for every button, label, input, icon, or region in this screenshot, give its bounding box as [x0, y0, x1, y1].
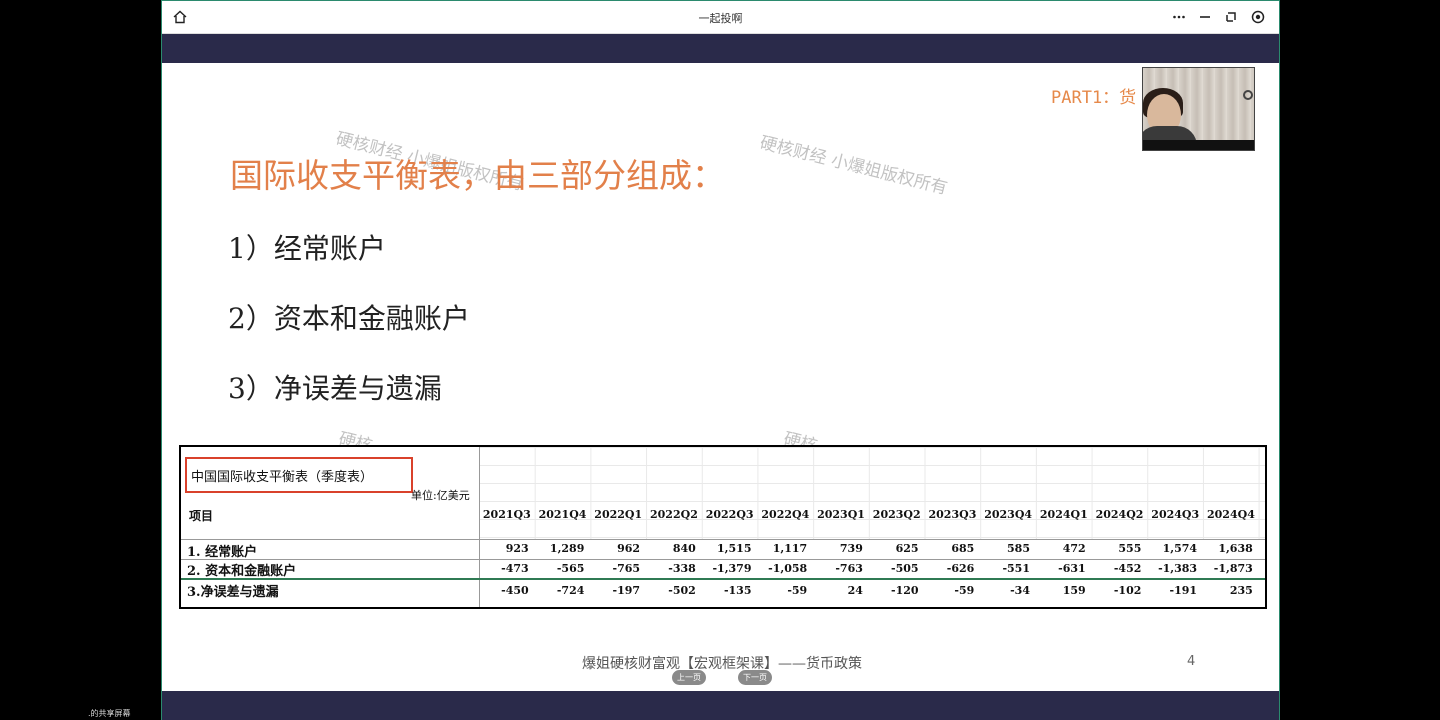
column-header: 2021Q3	[482, 508, 531, 521]
table-cell: -631	[1058, 562, 1086, 575]
window-title: 一起投啊	[698, 12, 743, 25]
table-cell: -59	[787, 584, 808, 597]
more-icon[interactable]	[1169, 7, 1189, 27]
table-cell: -724	[556, 584, 585, 597]
column-header: 2023Q1	[817, 508, 865, 521]
table-cell: -135	[723, 584, 752, 597]
table-title: 中国国际收支平衡表（季度表）	[191, 470, 374, 485]
table-cell: -502	[668, 584, 696, 597]
table-cell: 1,289	[549, 542, 585, 555]
table-unit: 单位:亿美元	[411, 489, 470, 502]
close-icon[interactable]	[1248, 7, 1268, 27]
table-cell: -34	[1010, 584, 1030, 597]
row-label-current-account: 1. 经常账户	[187, 545, 258, 560]
list-item: 1）经常账户	[228, 232, 386, 265]
table-cell: -1,383	[1158, 562, 1198, 575]
table-cell: 472	[1062, 542, 1086, 555]
list-item: 3）净误差与遗漏	[228, 372, 442, 405]
table-cell: 962	[617, 542, 641, 555]
table-cell: 685	[951, 542, 975, 555]
row-label-errors-omissions: 3.净误差与遗漏	[187, 585, 279, 600]
table-cell: -450	[501, 584, 529, 597]
prev-page-button[interactable]: 上一页	[672, 670, 706, 685]
title-bar: 一起投啊	[162, 1, 1279, 34]
table-cell: 24	[847, 584, 863, 597]
table-cell: -565	[556, 562, 585, 575]
app-window: 一起投啊 PART1：货 硬核财经 小爆姐版权所有 硬核财经 小爆姐版权所有 硬…	[161, 0, 1280, 720]
table-cell: -120	[891, 584, 919, 597]
table-cell: -338	[668, 562, 696, 575]
table-cell: 585	[1007, 542, 1030, 555]
table-cell: 555	[1118, 542, 1142, 555]
table-cell: 159	[1062, 584, 1086, 597]
table-cell: -551	[1002, 562, 1030, 575]
table-cell: -473	[501, 562, 529, 575]
ring-light	[1243, 90, 1253, 100]
screen-share-label: .的共享屏幕	[88, 709, 131, 718]
top-nav-band	[162, 34, 1279, 63]
row-label-capital-financial-account: 2. 资本和金融账户	[187, 564, 297, 579]
slide-heading: 国际收支平衡表，由三部分组成：	[230, 156, 725, 195]
webcam-bar	[1143, 140, 1254, 150]
minimize-icon[interactable]	[1195, 7, 1215, 27]
table-cell: -59	[954, 584, 975, 597]
table-cell: 840	[672, 542, 696, 555]
column-header: 2024Q2	[1095, 508, 1144, 521]
restore-icon[interactable]	[1221, 7, 1241, 27]
list-item: 2）资本和金融账户	[228, 302, 470, 335]
table-cell: -191	[1169, 584, 1198, 597]
project-header: 项目	[189, 509, 214, 523]
table-cell: -1,873	[1213, 562, 1253, 575]
spreadsheet-grid	[479, 447, 1265, 539]
column-header: 2022Q4	[761, 508, 810, 521]
table-cell: 923	[505, 542, 529, 555]
table-cell: -765	[612, 562, 641, 575]
table-cell: 1,117	[772, 542, 808, 555]
header-divider	[181, 539, 1265, 540]
column-header: 2024Q3	[1151, 508, 1200, 521]
page-number: 4	[1187, 654, 1196, 669]
webcam-overlay[interactable]	[1142, 67, 1255, 151]
row-divider	[181, 559, 1265, 560]
table-cell: 1,515	[717, 542, 752, 555]
table-cell: -1,058	[768, 562, 808, 575]
watermark: 硬核财经 小爆姐版权所有	[757, 132, 950, 199]
row-divider-green	[181, 578, 1265, 580]
table-cell: 625	[895, 542, 919, 555]
bottom-nav-band	[162, 691, 1279, 720]
column-header: 2023Q2	[872, 508, 921, 521]
column-divider	[479, 447, 480, 607]
table-cell: 1,638	[1218, 542, 1253, 555]
table-cell: -763	[835, 562, 863, 575]
screen: 一起投啊 PART1：货 硬核财经 小爆姐版权所有 硬核财经 小爆姐版权所有 硬…	[0, 0, 1440, 720]
column-header: 2022Q3	[705, 508, 754, 521]
column-header: 2024Q1	[1039, 508, 1088, 521]
table-cell: -626	[946, 562, 975, 575]
balance-of-payments-table: 中国国际收支平衡表（季度表） 单位:亿美元 项目 2021Q3 2021Q4 202…	[179, 445, 1267, 609]
column-header: 2023Q4	[984, 508, 1033, 521]
presentation-slide: PART1：货 硬核财经 小爆姐版权所有 硬核财经 小爆姐版权所有 硬核 硬核 …	[162, 63, 1279, 691]
column-header: 2023Q3	[928, 508, 977, 521]
table-cell: 1,574	[1162, 542, 1198, 555]
column-header: 2024Q4	[1207, 508, 1255, 521]
table-cell: -197	[612, 584, 641, 597]
table-cell: -102	[1113, 584, 1142, 597]
column-header: 2021Q4	[538, 508, 587, 521]
next-page-button[interactable]: 下一页	[738, 670, 772, 685]
table-cell: -452	[1113, 562, 1142, 575]
column-header: 2022Q1	[594, 508, 643, 521]
part-label: PART1：货	[1051, 88, 1137, 108]
table-cell: 739	[839, 542, 863, 555]
table-cell: -505	[891, 562, 919, 575]
column-header: 2022Q2	[650, 508, 698, 521]
table-cell: 235	[1229, 584, 1253, 597]
table-cell: -1,379	[712, 562, 752, 575]
slide-footer: 爆姐硬核财富观【宏观框架课】——货币政策	[582, 656, 862, 672]
